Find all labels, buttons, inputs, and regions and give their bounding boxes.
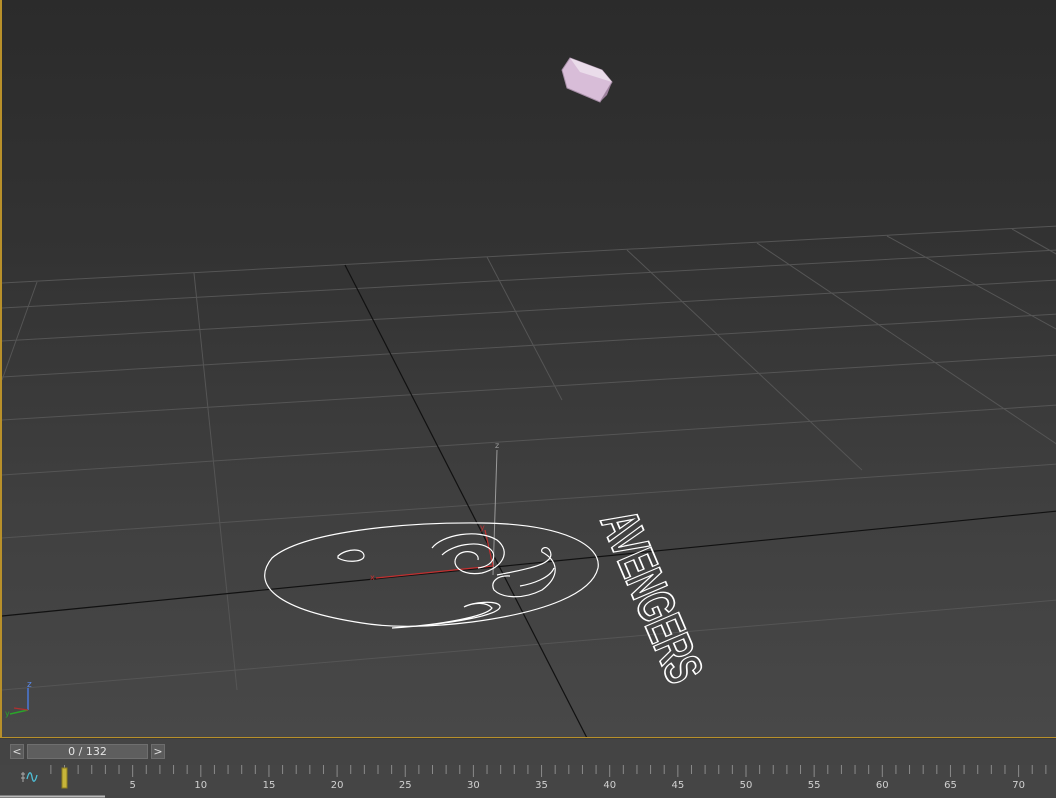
emblem-spline[interactable] (264, 522, 599, 629)
gizmo-y-label: y (480, 523, 485, 532)
track-bar[interactable]: 0510152025303540455055606570 (0, 765, 1056, 798)
max-app: z x y AVENGERS z y < 0 / 132 > 5 10 15 2… (0, 0, 1056, 798)
construction-grid (2, 225, 1056, 691)
ruler-ticks (50, 765, 1047, 777)
ruler-label-35: 35 (535, 780, 548, 791)
ruler-label-55: 55 (808, 780, 821, 791)
ruler-label-30: 30 (467, 780, 480, 791)
tripod-y-axis (9, 709, 29, 715)
tripod-x-axis (13, 707, 29, 711)
scene-canvas[interactable]: z x y AVENGERS z y (2, 0, 1056, 738)
tripod-z-label: z (27, 680, 32, 690)
axis-tripod: z y (5, 680, 32, 718)
ruler-label-60: 60 (876, 780, 889, 791)
transform-gizmo[interactable]: z x y (370, 441, 499, 582)
ruler-labels: 0510152025303540455055606570 (61, 780, 1025, 791)
tripod-y-label: y (5, 709, 10, 718)
perspective-viewport[interactable]: z x y AVENGERS z y (0, 0, 1056, 738)
ruler-label-70: 70 (1012, 780, 1025, 791)
ruler-label-20: 20 (331, 780, 344, 791)
ruler-label-50: 50 (740, 780, 753, 791)
ruler-label-10: 10 (194, 780, 207, 791)
ruler-label-65: 65 (944, 780, 957, 791)
previous-frame-button[interactable]: < (10, 744, 24, 759)
avengers-text-shape[interactable]: AVENGERS (588, 501, 713, 691)
ruler-label-40: 40 (603, 780, 616, 791)
frame-ruler[interactable]: 0510152025303540455055606570 (0, 765, 1056, 798)
ruler-label-25: 25 (399, 780, 412, 791)
gizmo-x-axis[interactable] (375, 565, 494, 579)
ruler-label-45: 45 (671, 780, 684, 791)
time-slider-handle[interactable]: 0 / 132 (27, 744, 148, 759)
current-frame-marker[interactable] (61, 767, 68, 789)
pink-box-object[interactable] (561, 57, 613, 103)
gizmo-z-label: z (495, 441, 499, 450)
ruler-label-15: 15 (263, 780, 276, 791)
gizmo-x-label: x (370, 573, 375, 582)
time-slider[interactable]: < 0 / 132 > (0, 739, 1056, 765)
next-frame-button[interactable]: > (151, 744, 165, 759)
ruler-label-5: 5 (129, 780, 135, 791)
